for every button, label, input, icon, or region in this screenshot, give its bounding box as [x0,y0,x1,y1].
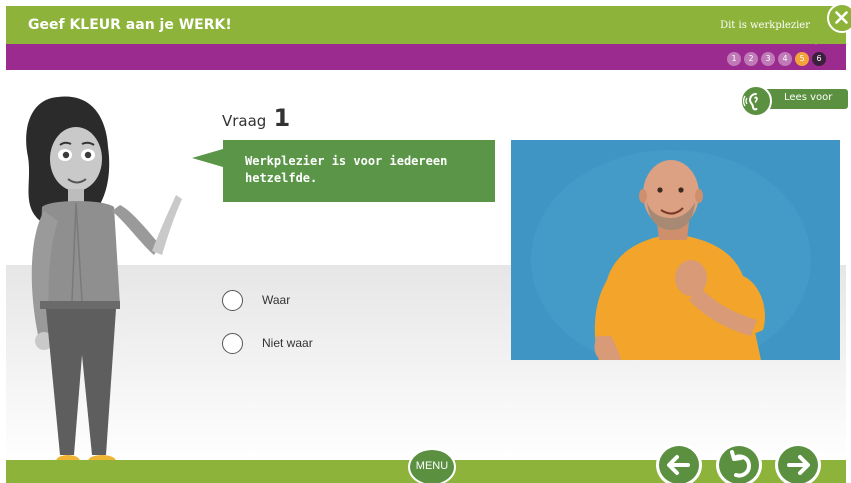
arrow-right-icon [787,455,810,475]
read-aloud-label: Lees voor [784,92,833,103]
question-statement-bubble: Werkplezier is voor iedereen hetzelfde. [223,140,495,202]
close-button[interactable] [827,3,851,33]
question-photo [511,140,840,360]
answer-option-niet-waar[interactable]: Niet waar [222,332,313,354]
step-dot[interactable]: 3 [761,52,775,66]
retry-button[interactable] [716,443,762,483]
question-number: 1 [273,104,291,132]
close-icon [835,11,848,24]
menu-button[interactable]: MENU [408,448,456,483]
back-button[interactable] [656,443,702,483]
question-title: Vraag 1 [222,104,290,132]
top-bar: Geef KLEUR aan je WERK! Dit is werkplezi… [6,6,846,44]
retry-icon [730,450,752,478]
option-label[interactable]: Niet waar [262,336,313,350]
arrow-left-icon [667,455,690,475]
read-aloud-button[interactable]: Lees voor [740,85,848,117]
next-button[interactable] [775,443,821,483]
current-step-pointer [810,38,822,45]
step-indicator: 1 2 3 4 5 6 [727,52,826,66]
option-label[interactable]: Waar [262,293,290,307]
step-dot[interactable]: 2 [744,52,758,66]
step-dot-active[interactable]: 6 [812,52,826,66]
app-title: Geef KLEUR aan je WERK! [28,17,232,33]
presenter-character-illustration [26,96,182,467]
step-dot-current[interactable]: 5 [795,52,809,66]
question-word: Vraag [222,112,267,130]
section-title: Dit is werkplezier [720,20,810,31]
speech-bubble-tail [192,149,223,167]
radio-button[interactable] [222,289,243,311]
step-dot[interactable]: 1 [727,52,741,66]
step-dot[interactable]: 4 [778,52,792,66]
ear-speaker-icon [740,85,772,117]
radio-button[interactable] [222,332,243,354]
progress-bar [6,44,846,70]
answer-option-waar[interactable]: Waar [222,289,290,311]
